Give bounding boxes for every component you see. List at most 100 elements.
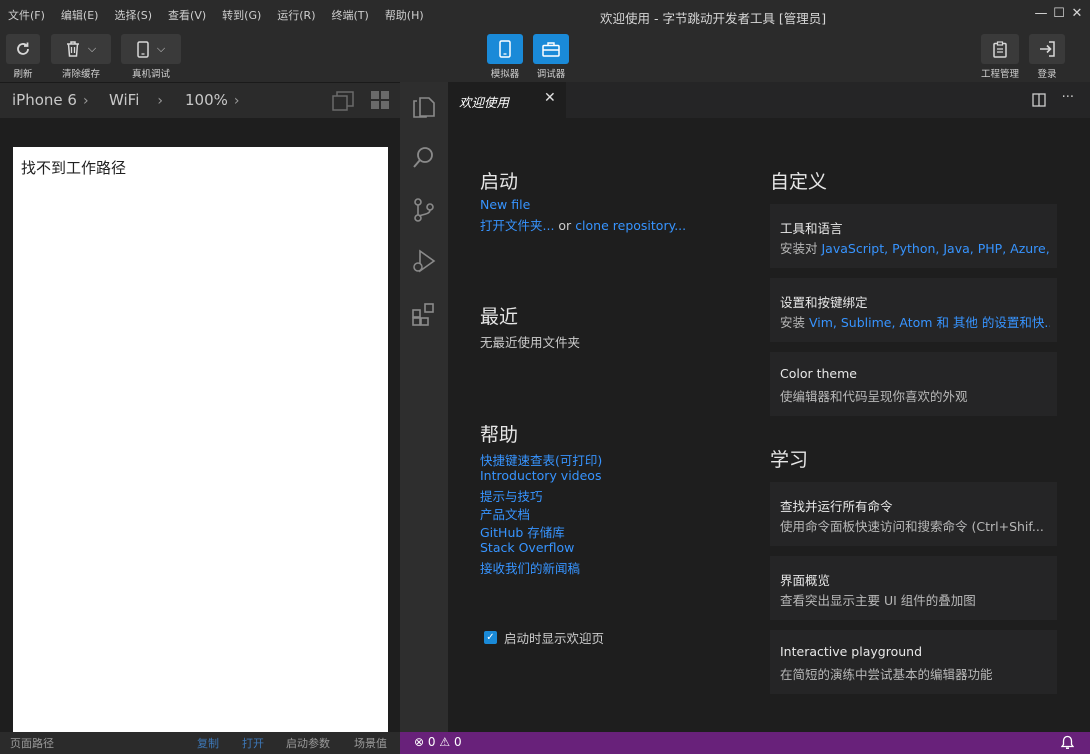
welcome-page: 启动 New file 打开文件夹... or clone repository… xyxy=(448,118,1090,732)
show-on-startup-label: 启动时显示欢迎页 xyxy=(504,631,605,646)
help-link-docs[interactable]: 产品文档 xyxy=(480,504,530,523)
simulator-status-bar: 页面路径 复制 打开 启动参数 场景值 xyxy=(0,732,400,754)
card-links[interactable]: JavaScript, Python, Java, PHP, Azure, ..… xyxy=(821,241,1050,256)
phone-icon xyxy=(137,40,149,58)
device-debug-label: 真机调试 xyxy=(131,69,170,80)
device-selector[interactable]: iPhone 6 › xyxy=(12,91,89,109)
menu-select[interactable]: 选择(S) xyxy=(114,7,152,23)
card-description: 安装对 JavaScript, Python, Java, PHP, Azure… xyxy=(780,238,1050,257)
device-value: iPhone 6 xyxy=(12,91,77,109)
title-bar: 文件(F) 编辑(E) 选择(S) 查看(V) 转到(G) 运行(R) 终端(T… xyxy=(0,0,1090,30)
chevron-right-icon: › xyxy=(82,93,89,109)
card-prefix: 安装对 xyxy=(780,241,822,256)
help-link-videos[interactable]: Introductory videos xyxy=(480,468,601,483)
search-icon[interactable] xyxy=(411,144,437,170)
refresh-button[interactable]: 刷新 xyxy=(6,34,40,80)
card-description: 在简短的演练中尝试基本的编辑器功能 xyxy=(780,667,993,682)
menu-file[interactable]: 文件(F) xyxy=(8,7,45,23)
show-on-startup-checkbox[interactable]: ✓ 启动时显示欢迎页 xyxy=(484,628,604,647)
clipboard-icon xyxy=(993,40,1007,58)
menu-terminal[interactable]: 终端(T) xyxy=(332,7,369,23)
device-debug-button[interactable]: ⌵ 真机调试 xyxy=(121,34,181,80)
simulator-label: 模拟器 xyxy=(490,69,520,80)
menu-edit[interactable]: 编辑(E) xyxy=(61,7,99,23)
project-management-button[interactable]: 工程管理 xyxy=(981,34,1019,80)
error-count: 0 xyxy=(427,735,436,749)
source-control-icon[interactable] xyxy=(411,197,437,223)
card-title: Interactive playground xyxy=(780,644,922,659)
menu-view[interactable]: 查看(V) xyxy=(168,7,206,23)
files-icon[interactable] xyxy=(411,93,437,119)
card-description: 查看突出显示主要 UI 组件的叠加图 xyxy=(780,593,976,608)
menu-goto[interactable]: 转到(G) xyxy=(222,7,261,23)
chevron-down-icon: ⌵ xyxy=(156,42,166,55)
scene-value-button[interactable]: 场景值 xyxy=(354,735,387,751)
simulator-toggle-button[interactable]: 模拟器 xyxy=(487,34,523,80)
refresh-icon xyxy=(17,42,29,55)
more-actions-icon[interactable]: ··· xyxy=(1062,90,1074,107)
bell-icon[interactable] xyxy=(1061,735,1074,750)
tab-welcome[interactable]: 欢迎使用 ✕ xyxy=(448,82,566,118)
card-title: 界面概览 xyxy=(780,573,831,588)
launch-params-button[interactable]: 启动参数 xyxy=(286,735,330,751)
phone-icon xyxy=(499,40,511,58)
minimize-icon[interactable]: — xyxy=(1032,5,1050,23)
card-interactive-playground[interactable]: Interactive playground 在简短的演练中尝试基本的编辑器功能 xyxy=(770,630,1057,694)
menu-help[interactable]: 帮助(H) xyxy=(385,7,424,23)
zoom-value: 100% xyxy=(185,91,228,109)
open-folder-link[interactable]: 打开文件夹... xyxy=(480,218,554,233)
recent-empty-text: 无最近使用文件夹 xyxy=(480,335,581,350)
simulator-header: iPhone 6 › WiFi › 100% › xyxy=(0,82,400,118)
run-debug-icon[interactable] xyxy=(411,248,437,274)
grid-icon[interactable] xyxy=(371,91,390,110)
open-link[interactable]: 打开 xyxy=(242,735,264,751)
menu-run[interactable]: 运行(R) xyxy=(277,7,315,23)
network-selector[interactable]: WiFi › xyxy=(109,91,163,109)
project-management-label: 工程管理 xyxy=(981,69,1020,80)
checkbox-icon[interactable]: ✓ xyxy=(484,631,497,644)
card-title: 查找并运行所有命令 xyxy=(780,499,893,514)
help-link-github[interactable]: GitHub 存储库 xyxy=(480,522,565,541)
activity-bar xyxy=(400,82,448,732)
copy-link[interactable]: 复制 xyxy=(197,735,219,751)
phone-screen[interactable]: 找不到工作路径 xyxy=(13,147,388,732)
status-bar: ⊗ 0 ⚠ 0 xyxy=(400,732,1090,754)
card-tools-languages[interactable]: 工具和语言 安装对 JavaScript, Python, Java, PHP,… xyxy=(770,204,1057,268)
card-color-theme[interactable]: Color theme 使编辑器和代码呈现你喜欢的外观 xyxy=(770,352,1057,416)
help-link-keyboard[interactable]: 快捷键速查表(可打印) xyxy=(480,450,602,469)
split-editor-icon[interactable] xyxy=(1031,93,1046,107)
card-title: Color theme xyxy=(780,366,857,381)
help-link-stackoverflow[interactable]: Stack Overflow xyxy=(480,540,574,555)
customize-title: 自定义 xyxy=(770,171,828,193)
new-file-link[interactable]: New file xyxy=(480,197,530,212)
problems-indicator[interactable]: ⊗ 0 ⚠ 0 xyxy=(414,735,462,749)
close-icon[interactable]: ✕ xyxy=(544,90,556,106)
error-message: 找不到工作路径 xyxy=(21,159,127,177)
card-links[interactable]: Vim, Sublime, Atom 和 其他 的设置和快... xyxy=(809,315,1050,330)
simulator-area: 找不到工作路径 xyxy=(0,118,400,732)
chevron-down-icon: ⌵ xyxy=(87,42,97,55)
menu-bar: 文件(F) 编辑(E) 选择(S) 查看(V) 转到(G) 运行(R) 终端(T… xyxy=(0,7,440,23)
page-path-label: 页面路径 xyxy=(10,737,54,750)
card-description: 安装 Vim, Sublime, Atom 和 其他 的设置和快... xyxy=(780,312,1050,331)
zoom-selector[interactable]: 100% › xyxy=(185,91,240,109)
learn-title: 学习 xyxy=(770,449,809,471)
start-title: 启动 xyxy=(480,171,519,193)
window-controls: — ☐ ✕ xyxy=(1032,5,1086,23)
help-link-tips[interactable]: 提示与技巧 xyxy=(480,486,543,505)
debugger-toggle-button[interactable]: 调试器 xyxy=(533,34,569,80)
clone-repository-link[interactable]: clone repository... xyxy=(575,218,686,233)
copy-window-icon[interactable] xyxy=(332,91,354,111)
extensions-icon[interactable] xyxy=(411,301,437,327)
card-settings-keybindings[interactable]: 设置和按键绑定 安装 Vim, Sublime, Atom 和 其他 的设置和快… xyxy=(770,278,1057,342)
close-window-icon[interactable]: ✕ xyxy=(1068,5,1086,23)
or-text: or xyxy=(558,218,572,233)
maximize-icon[interactable]: ☐ xyxy=(1050,5,1068,23)
window-title: 欢迎使用 - 字节跳动开发者工具 [管理员] xyxy=(600,11,827,26)
clear-cache-button[interactable]: ⌵ 清除缓存 xyxy=(51,34,111,80)
card-interface-overview[interactable]: 界面概览 查看突出显示主要 UI 组件的叠加图 xyxy=(770,556,1057,620)
network-value: WiFi xyxy=(109,91,140,109)
help-link-newsletter[interactable]: 接收我们的新闻稿 xyxy=(480,558,580,577)
login-button[interactable]: 登录 xyxy=(1029,34,1065,80)
card-find-commands[interactable]: 查找并运行所有命令 使用命令面板快速访问和搜索命令 (Ctrl+Shif... xyxy=(770,482,1057,546)
